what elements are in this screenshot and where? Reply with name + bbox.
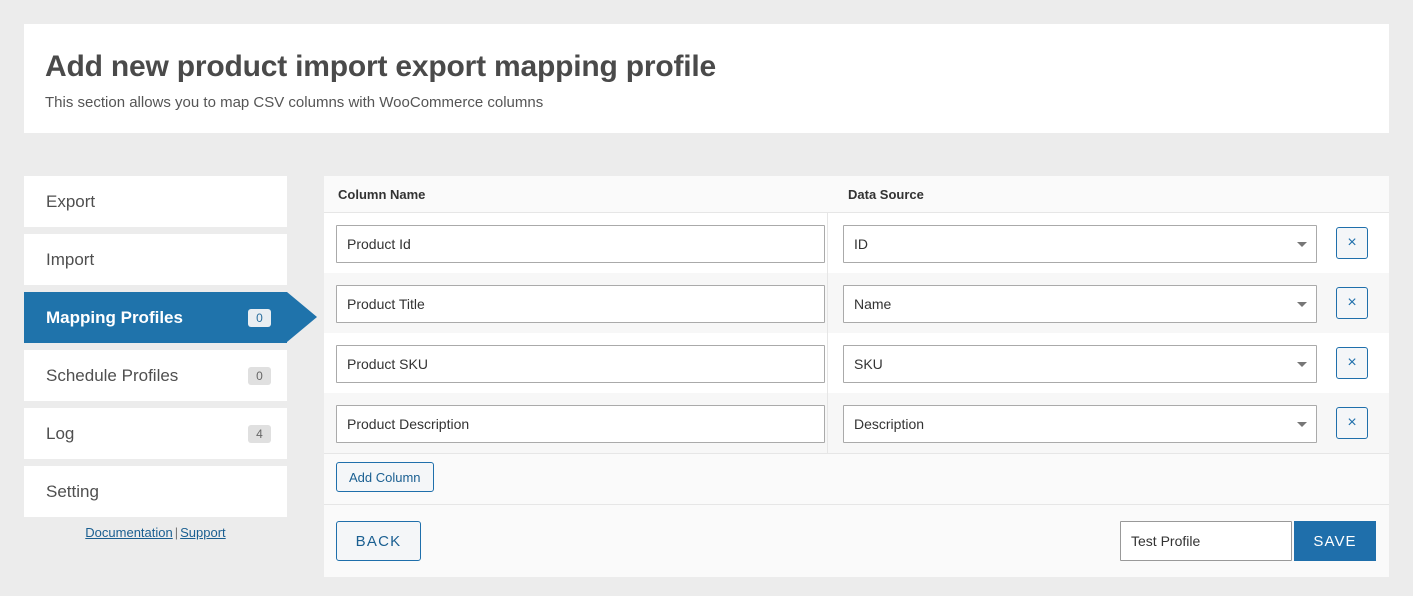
sidebar-item-label: Schedule Profiles — [46, 365, 179, 385]
data-source-select[interactable]: Description — [843, 405, 1317, 443]
sidebar-item-schedule-profiles[interactable]: Schedule Profiles 0 — [24, 350, 287, 401]
column-header-data-source: Data Source — [848, 187, 924, 202]
table-row: ID × — [324, 213, 1389, 273]
delete-row-button[interactable]: × — [1336, 287, 1368, 319]
add-column-button[interactable]: Add Column — [336, 462, 434, 492]
data-source-select[interactable]: Name — [843, 285, 1317, 323]
sidebar-item-import[interactable]: Import — [24, 234, 287, 285]
delete-row-button[interactable]: × — [1336, 407, 1368, 439]
sidebar-item-label: Log — [46, 423, 75, 443]
table-row: Name × — [324, 273, 1389, 333]
save-button[interactable]: SAVE — [1294, 521, 1376, 561]
column-divider — [827, 273, 828, 333]
data-source-value: SKU — [854, 356, 883, 372]
sidebar-item-badge: 0 — [248, 308, 271, 327]
back-button[interactable]: BACK — [336, 521, 421, 561]
table-header-row: Column Name Data Source — [324, 176, 1389, 213]
column-divider — [827, 333, 828, 393]
column-name-input[interactable] — [336, 405, 825, 443]
page-header-card: Add new product import export mapping pr… — [24, 24, 1389, 133]
table-row: Description × — [324, 393, 1389, 453]
page-subtitle: This section allows you to map CSV colum… — [45, 94, 544, 111]
data-source-select[interactable]: SKU — [843, 345, 1317, 383]
sidebar-item-badge: 4 — [248, 424, 271, 443]
column-name-input[interactable] — [336, 285, 825, 323]
column-divider — [827, 393, 828, 453]
sidebar-item-badge: 0 — [248, 366, 271, 385]
sidebar-item-setting[interactable]: Setting — [24, 466, 287, 517]
profile-name-input[interactable] — [1120, 521, 1292, 561]
column-name-input[interactable] — [336, 225, 825, 263]
support-link[interactable]: Support — [180, 525, 226, 540]
mapping-table-panel: Column Name Data Source ID × Name × — [324, 176, 1389, 577]
sidebar-item-label: Import — [46, 249, 95, 269]
sidebar-footer: Documentation | Support — [24, 525, 287, 540]
table-row: SKU × — [324, 333, 1389, 393]
sidebar-item-log[interactable]: Log 4 — [24, 408, 287, 459]
column-header-column-name: Column Name — [338, 187, 426, 202]
page-title: Add new product import export mapping pr… — [45, 50, 716, 83]
data-source-select[interactable]: ID — [843, 225, 1317, 263]
delete-row-button[interactable]: × — [1336, 227, 1368, 259]
sidebar-item-mapping-profiles[interactable]: Mapping Profiles 0 — [24, 292, 317, 343]
column-name-input[interactable] — [336, 345, 825, 383]
add-column-row: Add Column — [324, 453, 1389, 505]
data-source-value: Name — [854, 296, 892, 312]
sidebar-item-label: Mapping Profiles — [46, 307, 183, 327]
delete-row-button[interactable]: × — [1336, 347, 1368, 379]
column-divider — [827, 213, 828, 273]
data-source-value: ID — [854, 236, 868, 252]
documentation-link[interactable]: Documentation — [85, 525, 172, 540]
sidebar-item-label: Setting — [46, 481, 99, 501]
sidebar-item-export[interactable]: Export — [24, 176, 287, 227]
data-source-value: Description — [854, 416, 925, 432]
sidebar-item-label: Export — [46, 191, 96, 211]
sidebar: Export Import Mapping Profiles 0 Schedul… — [24, 176, 317, 540]
form-actions-row: BACK SAVE — [324, 505, 1389, 577]
